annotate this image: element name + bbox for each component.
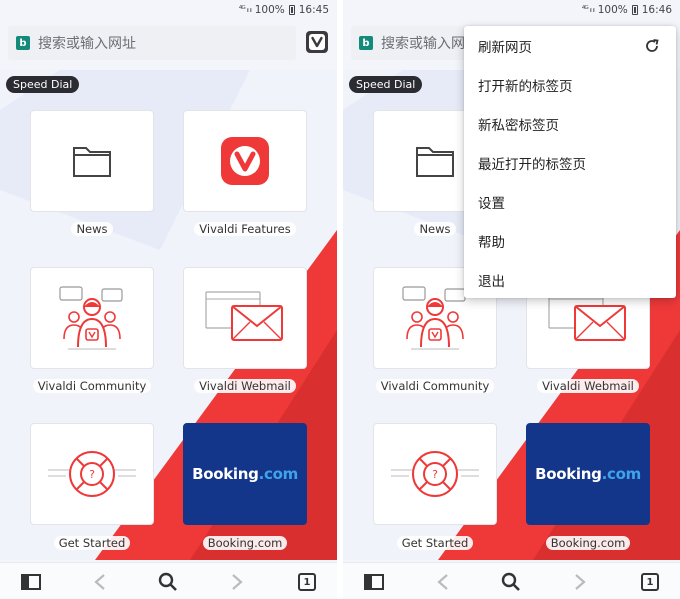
address-placeholder: 搜索或输入网 [381, 36, 465, 52]
chevron-right-icon [575, 574, 586, 590]
clock: 16:45 [298, 4, 329, 16]
tile-label-news: News [17, 220, 167, 238]
menu-item-label: 打开新的标签页 [478, 78, 573, 95]
tile-label-vivaldi-community: Vivaldi Community [17, 377, 167, 395]
svg-text:?: ? [89, 468, 95, 481]
folder-icon [416, 147, 454, 177]
speed-dial-tile-booking[interactable]: Booking.com [526, 423, 650, 525]
back-button[interactable] [89, 571, 111, 593]
search-icon [158, 572, 177, 591]
bing-icon: b [359, 36, 373, 50]
menu-item-label: 最近打开的标签页 [478, 156, 586, 173]
menu-item-label: 刷新网页 [478, 39, 532, 56]
panel-toggle-button[interactable] [363, 571, 385, 593]
menu-item-refresh[interactable]: 刷新网页 [464, 26, 676, 65]
speed-dial-tile-booking[interactable]: Booking.com [183, 423, 307, 525]
browser-screen-left: ⁴ᴳ ᵢₗ ᵢₗ 100% 16:45 b 搜索或输入网址 Speed Dial… [0, 0, 337, 599]
speed-dial-tile-news[interactable] [30, 110, 154, 212]
speed-dial-tile-get-started[interactable]: ? [373, 423, 497, 525]
svg-text:?: ? [432, 468, 438, 481]
forward-button[interactable] [226, 571, 248, 593]
vivaldi-logo-icon [309, 34, 325, 50]
search-button[interactable] [500, 571, 522, 593]
menu-item-new-tab[interactable]: 打开新的标签页 [464, 65, 676, 104]
back-button[interactable] [432, 571, 454, 593]
tab-count-badge: 1 [641, 573, 659, 591]
signal-indicator: ⁴ᴳ ᵢₗ ᵢₗ [238, 5, 252, 15]
tile-label-vivaldi-features: Vivaldi Features [170, 220, 320, 238]
menu-item-settings[interactable]: 设置 [464, 182, 676, 221]
speed-dial-tab[interactable]: Speed Dial [349, 76, 423, 93]
panel-icon [21, 574, 41, 590]
menu-item-exit[interactable]: 退出 [464, 260, 676, 299]
tile-label-get-started: Get Started [17, 534, 167, 552]
vivaldi-logo-icon [221, 137, 269, 185]
menu-item-label: 设置 [478, 195, 505, 212]
speed-dial-tile-vivaldi-features[interactable] [183, 110, 307, 212]
menu-item-label: 新私密标签页 [478, 117, 559, 134]
battery-icon [631, 5, 638, 15]
lifebuoy-icon: ? [48, 451, 136, 497]
tile-label-get-started: Get Started [360, 534, 510, 552]
battery-percent: 100% [254, 4, 285, 16]
speed-dial-tab[interactable]: Speed Dial [6, 76, 80, 93]
tab-switcher-button[interactable]: 1 [296, 571, 318, 593]
community-icon [59, 286, 123, 350]
clock: 16:46 [641, 4, 672, 16]
folder-icon [73, 147, 111, 177]
address-placeholder: 搜索或输入网址 [38, 36, 136, 52]
bottom-toolbar: 1 [0, 562, 337, 599]
tab-switcher-button[interactable]: 1 [639, 571, 661, 593]
speed-dial-tile-vivaldi-community[interactable] [30, 267, 154, 369]
chevron-right-icon [232, 574, 243, 590]
signal-indicator: ⁴ᴳ ᵢₗ ᵢₗ [581, 5, 595, 15]
booking-logo: Booking.com [535, 465, 641, 483]
forward-button[interactable] [569, 571, 591, 593]
menu-item-recent-tabs[interactable]: 最近打开的标签页 [464, 143, 676, 182]
search-button[interactable] [157, 571, 179, 593]
mail-icon [205, 291, 283, 341]
chevron-left-icon [437, 574, 448, 590]
address-bar[interactable]: b 搜索或输入网址 [8, 26, 296, 60]
menu-item-help[interactable]: 帮助 [464, 221, 676, 260]
bing-icon: b [16, 36, 30, 50]
menu-item-private-tab[interactable]: 新私密标签页 [464, 104, 676, 143]
speed-dial-tile-get-started[interactable]: ? [30, 423, 154, 525]
tile-label-vivaldi-webmail: Vivaldi Webmail [513, 377, 663, 395]
menu-item-label: 帮助 [478, 234, 505, 251]
tile-label-booking: Booking.com [513, 534, 663, 552]
status-bar: ⁴ᴳ ᵢₗ ᵢₗ 100% 16:46 [343, 0, 680, 22]
panel-toggle-button[interactable] [20, 571, 42, 593]
vivaldi-menu-button[interactable] [306, 31, 328, 53]
panel-icon [364, 574, 384, 590]
battery-percent: 100% [597, 4, 628, 16]
speed-dial-tile-vivaldi-webmail[interactable] [183, 267, 307, 369]
search-icon [501, 572, 520, 591]
status-bar: ⁴ᴳ ᵢₗ ᵢₗ 100% 16:45 [0, 0, 337, 22]
tab-count-badge: 1 [298, 573, 316, 591]
chevron-left-icon [94, 574, 105, 590]
battery-icon [288, 5, 295, 15]
tile-label-booking: Booking.com [170, 534, 320, 552]
tile-label-vivaldi-webmail: Vivaldi Webmail [170, 377, 320, 395]
lifebuoy-icon: ? [391, 451, 479, 497]
community-icon [402, 286, 466, 350]
tile-label-vivaldi-community: Vivaldi Community [360, 377, 510, 395]
menu-item-label: 退出 [478, 273, 505, 290]
refresh-icon [646, 39, 659, 52]
booking-logo: Booking.com [192, 465, 298, 483]
browser-overflow-menu: 刷新网页 打开新的标签页 新私密标签页 最近打开的标签页 设置 帮助 退出 [464, 26, 676, 298]
bottom-toolbar: 1 [343, 562, 680, 599]
